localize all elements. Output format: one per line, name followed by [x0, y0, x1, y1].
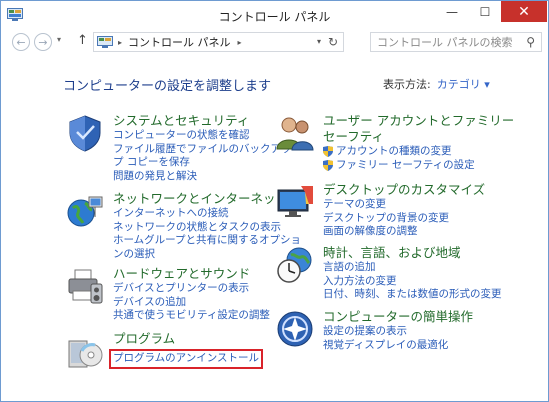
link-uninstall-program[interactable]: プログラムのアンインストール	[113, 352, 259, 366]
uninstall-highlight-box: プログラムのアンインストール	[109, 349, 264, 369]
link-change-theme[interactable]: テーマの変更	[323, 198, 485, 212]
view-by: 表示方法: カテゴリ ▾	[383, 76, 490, 92]
up-button[interactable]: ↑	[77, 33, 88, 48]
close-button[interactable]: ✕	[501, 1, 547, 22]
back-button[interactable]: ←	[12, 33, 30, 51]
link-add-language[interactable]: 言語の追加	[323, 261, 502, 275]
hardware-sound-title[interactable]: ハードウェアとサウンド	[113, 266, 270, 282]
forward-button[interactable]: →	[34, 33, 52, 51]
link-recommendations[interactable]: 設定の提案の表示	[323, 325, 473, 339]
link-check-status[interactable]: コンピューターの状態を確認	[113, 129, 298, 143]
link-mobility-settings[interactable]: 共通で使うモビリティ設定の調整	[113, 309, 270, 323]
link-add-device[interactable]: デバイスの追加	[113, 296, 270, 310]
programs-title[interactable]: プログラム	[113, 331, 263, 347]
ease-of-access-title[interactable]: コンピューターの簡単操作	[323, 309, 473, 325]
link-row: アカウントの種類の変更	[323, 145, 514, 159]
link-change-account-type[interactable]: アカウントの種類の変更	[336, 145, 452, 159]
link-date-time-format[interactable]: 日付、時刻、または数値の形式の変更	[323, 288, 502, 302]
link-devices-printers[interactable]: デバイスとプリンターの表示	[113, 282, 270, 296]
maximize-button[interactable]: ☐	[469, 1, 501, 22]
search-icon[interactable]: ⚲	[526, 35, 535, 49]
search-box[interactable]: コントロール パネルの検索 ⚲	[370, 32, 542, 52]
address-dropdown-button[interactable]: ▾	[317, 37, 321, 46]
minimize-button[interactable]: —	[435, 1, 469, 22]
system-security-title[interactable]: システムとセキュリティ	[113, 113, 298, 129]
user-accounts-title[interactable]: ユーザー アカウントとファミリー	[323, 113, 514, 129]
printer-icon	[68, 269, 103, 304]
link-change-background[interactable]: デスクトップの背景の変更	[323, 212, 485, 226]
clock-region-title[interactable]: 時計、言語、および地域	[323, 245, 502, 261]
desktop-customize-icon	[277, 186, 313, 217]
category-body: ハードウェアとサウンド デバイスとプリンターの表示 デバイスの追加 共通で使うモ…	[113, 266, 270, 323]
link-change-input[interactable]: 入力方法の変更	[323, 275, 502, 289]
link-file-history[interactable]: ファイル履歴でファイルのバックアップ コピーを保存	[113, 143, 298, 170]
category-body: システムとセキュリティ コンピューターの状態を確認 ファイル履歴でファイルのバッ…	[113, 113, 298, 183]
shield-icon	[69, 115, 101, 152]
page-title: コンピューターの設定を調整します	[63, 79, 272, 94]
users-icon	[276, 117, 314, 151]
globe-network-icon	[67, 196, 103, 227]
uac-shield-icon	[323, 159, 333, 171]
category-body: デスクトップのカスタマイズ テーマの変更 デスクトップの背景の変更 画面の解像度…	[323, 182, 485, 239]
view-by-label: 表示方法:	[383, 78, 431, 91]
breadcrumb-control-panel[interactable]: コントロール パネル	[128, 34, 231, 50]
control-panel-icon	[97, 35, 113, 48]
link-troubleshoot[interactable]: 問題の発見と解決	[113, 170, 298, 184]
recent-locations-dropdown[interactable]: ▾	[57, 35, 61, 44]
link-row: ファミリー セーフティの設定	[323, 159, 514, 173]
category-body: プログラム プログラムのアンインストール	[109, 331, 264, 369]
clock-globe-icon	[277, 247, 312, 283]
search-input[interactable]: コントロール パネルの検索	[377, 34, 513, 50]
programs-icon	[68, 340, 103, 368]
category-body: 時計、言語、および地域 言語の追加 入力方法の変更 日付、時刻、または数値の形式…	[323, 245, 502, 302]
ease-of-access-icon	[277, 311, 313, 347]
address-bar[interactable]: ▸ コントロール パネル ▸ ▾ ↻	[93, 32, 344, 52]
navigation-bar: ← → ▾ ↑ ▸ コントロール パネル ▸ ▾ ↻ コントロール パネルの検索…	[1, 31, 548, 53]
link-network-status[interactable]: ネットワークの状態とタスクの表示	[113, 221, 308, 235]
chevron-right-icon[interactable]: ▸	[118, 38, 122, 47]
uac-shield-icon	[323, 146, 333, 158]
view-by-dropdown[interactable]: カテゴリ ▾	[437, 78, 490, 91]
title-bar[interactable]: コントロール パネル — ☐ ✕	[1, 1, 548, 31]
link-optimize-display[interactable]: 視覚ディスプレイの最適化	[323, 339, 473, 353]
appearance-title[interactable]: デスクトップのカスタマイズ	[323, 182, 485, 198]
category-body: コンピューターの簡単操作 設定の提案の表示 視覚ディスプレイの最適化	[323, 309, 473, 352]
refresh-icon[interactable]: ↻	[328, 35, 338, 49]
user-accounts-title-line2[interactable]: セーフティ	[323, 129, 514, 145]
link-family-safety[interactable]: ファミリー セーフティの設定	[336, 159, 475, 173]
chevron-right-icon[interactable]: ▸	[238, 38, 242, 47]
category-body: ユーザー アカウントとファミリー セーフティ アカウントの種類の変更 ファミリー…	[323, 113, 514, 172]
control-panel-window: コントロール パネル — ☐ ✕ ← → ▾ ↑ ▸ コントロール パネル ▸ …	[0, 0, 549, 402]
link-screen-resolution[interactable]: 画面の解像度の調整	[323, 225, 485, 239]
